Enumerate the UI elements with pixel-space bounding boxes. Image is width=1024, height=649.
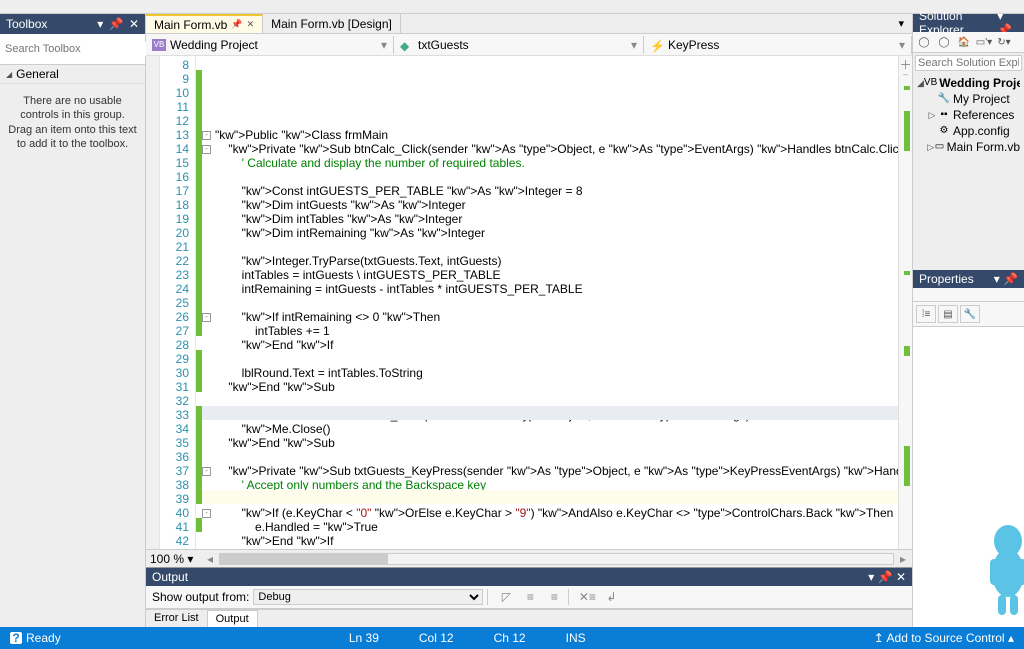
file-icon: ▪▪ — [937, 107, 951, 123]
file-icon: ▭ — [934, 139, 944, 155]
tree-item-label: Main Form.vb — [947, 139, 1020, 155]
tree-item[interactable]: ▷▪▪References — [917, 107, 1020, 123]
field-icon: ◆ — [400, 39, 414, 51]
back-icon[interactable]: ◯ — [915, 34, 933, 50]
solution-explorer-header[interactable]: Solution Explorer ▾ 📌 — [913, 14, 1024, 32]
indent-more-icon[interactable]: ≡ — [544, 588, 564, 606]
file-icon: 🔧 — [937, 91, 951, 107]
toolbox-title: Toolbox — [6, 17, 47, 31]
status-icon: ? — [10, 632, 22, 644]
tab-output[interactable]: Output — [207, 610, 258, 627]
output-header[interactable]: Output ▾ 📌 ✕ — [146, 568, 912, 586]
output-source-label: Show output from: — [152, 590, 249, 604]
properties-toolbar: ⁞≡ ▤ 🔧 — [913, 302, 1024, 327]
alphabetical-icon[interactable]: ▤ — [938, 305, 958, 323]
status-char: Ch 12 — [494, 631, 526, 645]
zoom-level[interactable]: 100 % ▾ — [150, 552, 205, 566]
file-icon: VB — [924, 75, 937, 91]
tree-item-label: My Project — [953, 91, 1010, 107]
tree-item[interactable]: 🔧My Project — [917, 91, 1020, 107]
tab-error-list[interactable]: Error List — [146, 610, 207, 627]
tree-item[interactable]: ▷▭Main Form.vb — [917, 139, 1020, 155]
tab-main-form-design[interactable]: Main Form.vb [Design] — [263, 14, 401, 33]
scroll-left-icon[interactable]: ◂ — [207, 552, 213, 566]
breakpoint-margin[interactable] — [146, 56, 160, 549]
close-tab-icon[interactable]: ✕ — [247, 19, 255, 30]
status-line: Ln 39 — [349, 631, 379, 645]
toolbox-empty-message: There are no usable controls in this gro… — [0, 84, 145, 161]
scope-member-dropdown[interactable]: ◆ txtGuests ▾ — [394, 36, 644, 54]
expand-icon[interactable]: ◢ — [917, 75, 924, 91]
goto-prev-icon[interactable]: ◸ — [496, 588, 516, 606]
output-panel: Output ▾ 📌 ✕ Show output from: Debug ◸ ≡… — [146, 567, 912, 627]
word-wrap-icon[interactable]: ↲ — [601, 588, 621, 606]
tree-item[interactable]: ◢VBWedding Project — [917, 75, 1020, 91]
close-icon[interactable]: ✕ — [129, 17, 139, 31]
home-icon[interactable]: 🏠 — [955, 34, 973, 50]
code-area[interactable]: -"kw">Public "kw">Class frmMain- "kw">Pr… — [202, 56, 912, 549]
sync-icon[interactable]: ▭'▾ — [975, 34, 993, 50]
status-source-control[interactable]: Add to Source Control — [887, 631, 1005, 645]
output-source-dropdown[interactable]: Debug — [253, 589, 483, 605]
tab-main-form-vb[interactable]: Main Form.vb 📌 ✕ — [146, 14, 263, 33]
pin-icon[interactable]: 📌 — [109, 17, 124, 31]
tree-item-label: Wedding Project — [939, 75, 1020, 91]
line-number-gutter: 8910111213141516171819202122232425262728… — [160, 56, 196, 549]
output-toolbar: Show output from: Debug ◸ ≡ ≡ ✕≡ ↲ — [146, 586, 912, 609]
refresh-icon[interactable]: ↻▾ — [995, 34, 1013, 50]
bottom-tab-strip: Error List Output — [146, 609, 912, 627]
top-toolbar — [0, 0, 1024, 14]
tree-item[interactable]: ⚙App.config — [917, 123, 1020, 139]
file-icon: ⚙ — [937, 123, 951, 139]
properties-header[interactable]: Properties ▾ 📌 — [913, 270, 1024, 288]
categorized-icon[interactable]: ⁞≡ — [916, 305, 936, 323]
vertical-scrollbar[interactable]: ＋ – — [898, 56, 912, 549]
solution-explorer-toolbar: ◯ ◯ 🏠 ▭'▾ ↻▾ — [913, 32, 1024, 53]
status-col: Col 12 — [419, 631, 454, 645]
clear-all-icon[interactable]: ✕≡ — [577, 588, 597, 606]
property-pages-icon[interactable]: 🔧 — [960, 305, 980, 323]
code-navigation-bar: VB Wedding Project ▾ ◆ txtGuests ▾ ⚡ Key… — [146, 34, 912, 56]
horizontal-scrollbar[interactable] — [219, 553, 894, 565]
unpin-icon[interactable]: 📌 — [231, 19, 242, 30]
solution-tree[interactable]: ◢VBWedding Project🔧My Project▷▪▪Referenc… — [913, 73, 1024, 157]
status-ins: INS — [566, 631, 586, 645]
document-tabs: Main Form.vb 📌 ✕ Main Form.vb [Design] ▾ — [146, 14, 912, 34]
toolbox-group-general[interactable]: General — [0, 65, 145, 84]
forward-icon[interactable]: ◯ — [935, 34, 953, 50]
scroll-right-icon[interactable]: ▸ — [900, 552, 906, 566]
event-icon: ⚡ — [650, 39, 664, 51]
dropdown-icon[interactable]: ▾ — [97, 17, 103, 31]
scope-event-dropdown[interactable]: ⚡ KeyPress ▾ — [644, 36, 912, 54]
outline-toggle-icon[interactable]: - — [202, 509, 211, 518]
solution-search-input[interactable] — [915, 55, 1022, 71]
toolbox-panel: Toolbox ▾ 📌 ✕ 🔍▾ General There are no us… — [0, 14, 146, 627]
expand-icon[interactable]: ▷ — [927, 139, 934, 155]
publish-icon[interactable]: ↥ — [874, 631, 884, 645]
dropdown-icon[interactable]: ▾ — [868, 570, 874, 584]
outline-toggle-icon[interactable]: - — [202, 467, 211, 476]
status-bar: ? Ready Ln 39 Col 12 Ch 12 INS ↥ Add to … — [0, 627, 1024, 649]
chevron-up-icon[interactable]: ▴ — [1008, 631, 1014, 645]
toolbox-header[interactable]: Toolbox ▾ 📌 ✕ — [0, 14, 145, 34]
tree-item-label: References — [953, 107, 1014, 123]
status-ready: Ready — [26, 631, 61, 645]
outline-toggle-icon[interactable]: - — [202, 145, 211, 154]
tab-overflow[interactable]: ▾ — [890, 14, 912, 33]
editor-footer: 100 % ▾ ◂ ▸ — [146, 549, 912, 567]
toolbox-search[interactable]: 🔍▾ — [0, 34, 145, 65]
close-icon[interactable]: ✕ — [896, 570, 906, 584]
tree-item-label: App.config — [953, 123, 1010, 139]
outline-toggle-icon[interactable]: - — [202, 131, 211, 140]
pin-icon[interactable]: 📌 — [878, 570, 893, 584]
code-editor[interactable]: 8910111213141516171819202122232425262728… — [146, 56, 912, 549]
outline-toggle-icon[interactable]: - — [202, 313, 211, 322]
vb-project-icon: VB — [152, 39, 166, 51]
search-input[interactable] — [4, 42, 148, 56]
scope-project-dropdown[interactable]: VB Wedding Project ▾ — [146, 36, 394, 54]
indent-less-icon[interactable]: ≡ — [520, 588, 540, 606]
expand-icon[interactable]: ▷ — [927, 107, 937, 123]
